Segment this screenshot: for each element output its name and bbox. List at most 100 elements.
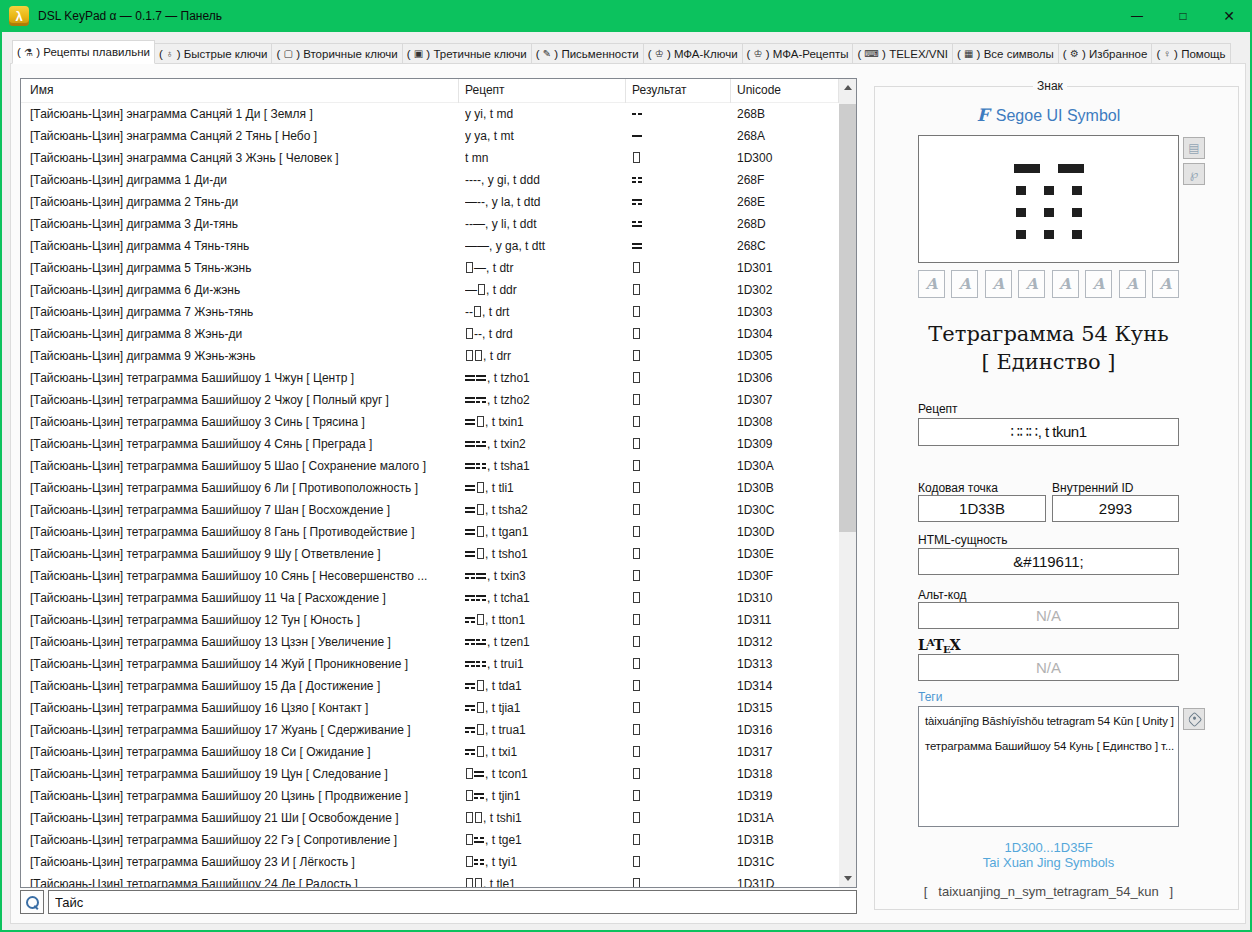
table-row[interactable]: [Тайсюань-Цзин] тетраграмма Башийшоу 12 … — [21, 609, 839, 631]
tab-scripts[interactable]: ( ✎ ) Письменности — [531, 43, 644, 64]
tab-telex-vni[interactable]: ( ⌨ ) TELEX/VNI — [852, 43, 953, 64]
table-row[interactable]: [Тайсюань-Цзин] тетраграмма Башийшоу 18 … — [21, 741, 839, 763]
table-row[interactable]: [Тайсюань-Цзин] энаграмма Санцяй 2 Тянь … — [21, 125, 839, 147]
unicode-block-link[interactable]: Tai Xuan Jing Symbols — [918, 855, 1179, 870]
table-row[interactable]: [Тайсюань-Цзин] диграмма 9 Жэнь-жэнь, t … — [21, 345, 839, 367]
font-variant-button[interactable]: A — [985, 270, 1012, 298]
tab-favorites[interactable]: ( ⚙ ) Избранное — [1058, 43, 1153, 64]
table-row[interactable]: [Тайсюань-Цзин] тетраграмма Башийшоу 19 … — [21, 763, 839, 785]
column-header-name[interactable]: Имя — [21, 79, 459, 103]
html-entity-field[interactable] — [918, 548, 1179, 575]
tab-melting-recipes[interactable]: ( ⚗ ) Рецепты плавильни — [12, 40, 155, 64]
tab-ipa-keys[interactable]: ( ♔ ) МФА-Ключи — [643, 43, 743, 64]
table-row[interactable]: [Тайсюань-Цзин] энаграмма Санцяй 3 Жэнь … — [21, 147, 839, 169]
search-button[interactable] — [20, 890, 44, 914]
tab-icon-scripts: ✎ — [543, 48, 551, 59]
table-row[interactable]: [Тайсюань-Цзин] тетраграмма Башийшоу 7 Ш… — [21, 499, 839, 521]
table-row[interactable]: [Тайсюань-Цзин] тетраграмма Башийшоу 17 … — [21, 719, 839, 741]
font-variant-button[interactable]: A — [1018, 270, 1045, 298]
table-row[interactable]: [Тайсюань-Цзин] диграмма 4 Тянь-тянь——, … — [21, 235, 839, 257]
column-header-unicode[interactable]: Unicode — [731, 79, 839, 103]
cell-result — [632, 345, 730, 367]
unicode-range-link[interactable]: 1D300...1D35F — [918, 840, 1179, 855]
cell-name: [Тайсюань-Цзин] тетраграмма Башийшоу 3 С… — [30, 411, 460, 433]
codepoint-field[interactable] — [918, 495, 1046, 522]
font-variant-button[interactable]: A — [951, 270, 978, 298]
scroll-down-button[interactable] — [839, 870, 856, 887]
table-header: Имя Рецепт Результат Unicode — [21, 79, 839, 103]
tab-icon-favorites: ⚙ — [1070, 48, 1079, 59]
cell-result — [632, 807, 730, 829]
tab-label: Избранное — [1089, 48, 1147, 60]
table-row[interactable]: [Тайсюань-Цзин] тетраграмма Башийшоу 11 … — [21, 587, 839, 609]
cell-recipe: , t tzen1 — [465, 631, 625, 653]
tab-icon-telex-vni: ⌨ — [864, 48, 878, 59]
tab-ipa-recipes[interactable]: ( ♔ ) МФА-Рецепты — [742, 43, 854, 64]
search-input[interactable] — [48, 890, 857, 914]
table-row[interactable]: [Тайсюань-Цзин] тетраграмма Башийшоу 24 … — [21, 873, 839, 887]
font-variant-button[interactable]: A — [1052, 270, 1079, 298]
tab-tertiary-keys[interactable]: ( ▣ ) Третичные ключи — [402, 43, 532, 64]
column-header-recipe[interactable]: Рецепт — [459, 79, 626, 103]
table-row[interactable]: [Тайсюань-Цзин] диграмма 6 Ди-жэнь—, t d… — [21, 279, 839, 301]
cell-unicode: 1D317 — [737, 741, 837, 763]
scroll-up-button[interactable] — [839, 79, 856, 96]
table-row[interactable]: [Тайсюань-Цзин] тетраграмма Башийшоу 15 … — [21, 675, 839, 697]
font-variant-button[interactable]: A — [918, 270, 945, 298]
font-variant-button[interactable]: A — [1085, 270, 1112, 298]
table-row[interactable]: [Тайсюань-Цзин] тетраграмма Башийшоу 22 … — [21, 829, 839, 851]
font-variant-button[interactable]: A — [1119, 270, 1146, 298]
scrollbar-thumb[interactable] — [839, 104, 856, 532]
cell-name: [Тайсюань-Цзин] тетраграмма Башийшоу 22 … — [30, 829, 460, 851]
cell-unicode: 1D30D — [737, 521, 837, 543]
table-row[interactable]: [Тайсюань-Цзин] тетраграмма Башийшоу 4 С… — [21, 433, 839, 455]
table-row[interactable]: [Тайсюань-Цзин] диграмма 7 Жэнь-тянь--, … — [21, 301, 839, 323]
table-row[interactable]: [Тайсюань-Цзин] тетраграмма Башийшоу 2 Ч… — [21, 389, 839, 411]
table-row[interactable]: [Тайсюань-Цзин] тетраграмма Башийшоу 3 С… — [21, 411, 839, 433]
table-row[interactable]: [Тайсюань-Цзин] энаграмма Санцяй 1 Ди [ … — [21, 103, 839, 125]
script-icon: ℘ — [1190, 167, 1198, 181]
table-row[interactable]: [Тайсюань-Цзин] тетраграмма Башийшоу 20 … — [21, 785, 839, 807]
alt-code-field[interactable] — [918, 602, 1179, 629]
cell-recipe: , t tcon1 — [465, 763, 625, 785]
table-row[interactable]: [Тайсюань-Цзин] тетраграмма Башийшоу 8 Г… — [21, 521, 839, 543]
minimize-button[interactable]: — — [1114, 0, 1160, 32]
table-row[interactable]: [Тайсюань-Цзин] тетраграмма Башийшоу 21 … — [21, 807, 839, 829]
tab-all-symbols[interactable]: ( ▦ ) Все символы — [952, 43, 1059, 64]
font-variant-button[interactable]: A — [1152, 270, 1179, 298]
tab-secondary-keys[interactable]: ( ▢ ) Вторичные ключи — [271, 43, 402, 64]
table-row[interactable]: [Тайсюань-Цзин] тетраграмма Башийшоу 23 … — [21, 851, 839, 873]
table-row[interactable]: [Тайсюань-Цзин] диграмма 2 Тянь-ди—--, y… — [21, 191, 839, 213]
font-script-button[interactable]: ℘ — [1183, 163, 1205, 185]
table-row[interactable]: [Тайсюань-Цзин] тетраграмма Башийшоу 6 Л… — [21, 477, 839, 499]
tab-help[interactable]: ( ♀ ) Помощь — [1151, 43, 1230, 64]
tags-button[interactable] — [1183, 708, 1205, 730]
table-row[interactable]: [Тайсюань-Цзин] тетраграмма Башийшоу 9 Ш… — [21, 543, 839, 565]
font-book-button[interactable]: ▤ — [1183, 137, 1205, 159]
cell-name: [Тайсюань-Цзин] диграмма 7 Жэнь-тянь — [30, 301, 460, 323]
table-row[interactable]: [Тайсюань-Цзин] тетраграмма Башийшоу 13 … — [21, 631, 839, 653]
glyph-preview — [918, 135, 1179, 263]
cell-recipe: —, t ddr — [465, 279, 625, 301]
column-header-result[interactable]: Результат — [626, 79, 731, 103]
latex-field[interactable] — [918, 654, 1179, 681]
tab-quick-keys[interactable]: ( ♁ ) Быстрые ключи — [154, 43, 273, 64]
table-row[interactable]: [Тайсюань-Цзин] диграмма 5 Тянь-жэнь—, t… — [21, 257, 839, 279]
fraktur-a-icon: A — [1026, 275, 1038, 293]
font-link[interactable]: FSegoe UI Symbol — [918, 105, 1179, 125]
table-row[interactable]: [Тайсюань-Цзин] тетраграмма Башийшоу 1 Ч… — [21, 367, 839, 389]
table-row[interactable]: [Тайсюань-Цзин] тетраграмма Башийшоу 5 Ш… — [21, 455, 839, 477]
recipe-field[interactable] — [918, 418, 1179, 446]
table-row[interactable]: [Тайсюань-Цзин] диграмма 3 Ди-тянь--—, y… — [21, 213, 839, 235]
table-row[interactable]: [Тайсюань-Цзин] тетраграмма Башийшоу 16 … — [21, 697, 839, 719]
table-row[interactable]: [Тайсюань-Цзин] тетраграмма Башийшоу 14 … — [21, 653, 839, 675]
table-row[interactable]: [Тайсюань-Цзин] диграмма 1 Ди-ди----, y … — [21, 169, 839, 191]
cell-unicode: 1D308 — [737, 411, 837, 433]
internal-id-field[interactable] — [1052, 495, 1179, 522]
close-button[interactable]: ✕ — [1206, 0, 1252, 32]
table-row[interactable]: [Тайсюань-Цзин] диграмма 8 Жэнь-ди--, t … — [21, 323, 839, 345]
table-scrollbar[interactable] — [839, 79, 856, 887]
maximize-button[interactable]: □ — [1160, 0, 1206, 32]
table-row[interactable]: [Тайсюань-Цзин] тетраграмма Башийшоу 10 … — [21, 565, 839, 587]
tags-textarea[interactable]: tàixuánjīng Bāshíyīshǒu tetragram 54 Kūn… — [918, 706, 1179, 827]
